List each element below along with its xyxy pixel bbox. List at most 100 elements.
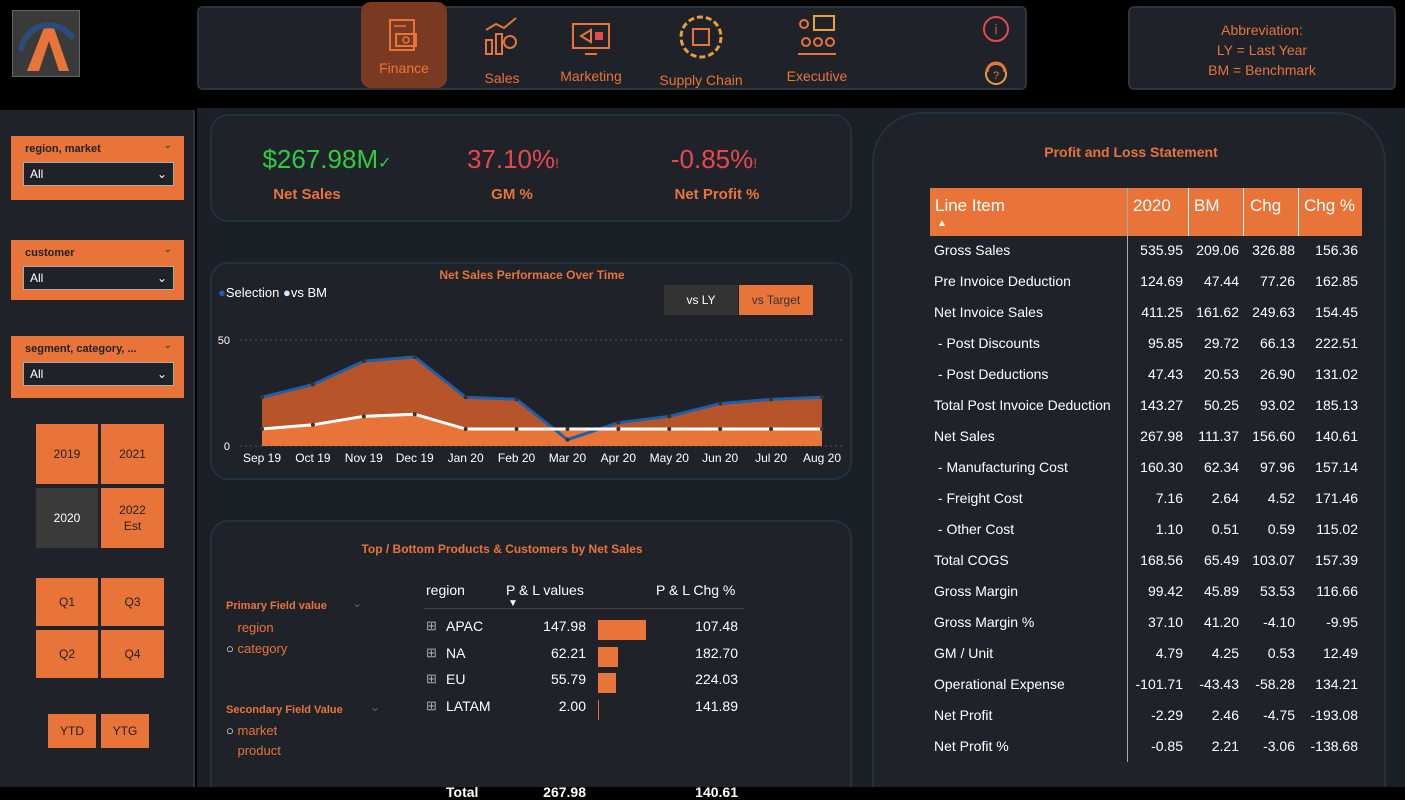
bm-point[interactable] — [412, 412, 417, 417]
pl-col-bm[interactable]: BM — [1194, 196, 1220, 216]
quarter-q1-button[interactable]: Q1 — [36, 578, 98, 626]
chevron-down-icon[interactable]: ⌄ — [164, 140, 172, 151]
nav-sales[interactable]: Sales — [467, 14, 537, 86]
bm-point[interactable] — [820, 427, 824, 432]
bm-point[interactable] — [718, 427, 723, 432]
pl-bm: 2.64 — [1211, 490, 1239, 506]
net-profit-kpi-label: Net Profit % — [674, 186, 760, 203]
table-row[interactable]: ⊞ NA 62.21 182.70 — [424, 645, 744, 669]
pl-chg: 0.53 — [1267, 645, 1295, 661]
column-pl-values[interactable]: P & L values — [506, 582, 584, 598]
nav-finance[interactable]: Finance — [361, 2, 447, 88]
bm-point[interactable] — [565, 427, 570, 432]
chevron-down-icon[interactable]: ⌄ — [164, 244, 172, 255]
primary-option-category[interactable]: ○ category — [226, 641, 287, 656]
table-row[interactable]: ⊞ APAC 147.98 107.48 — [424, 618, 744, 642]
pl-bm: 29.72 — [1203, 335, 1239, 351]
chevron-down-icon[interactable]: ⌄ — [352, 596, 362, 610]
table-row[interactable]: ⊞ EU 55.79 224.03 — [424, 671, 744, 695]
expand-icon[interactable]: ⊞ — [426, 698, 437, 714]
year-2022-est-button[interactable]: 2022 Est — [101, 488, 164, 548]
support-icon: ? — [985, 61, 1007, 85]
expand-icon[interactable]: ⊞ — [426, 671, 437, 687]
year-2021-button[interactable]: 2021 — [101, 424, 164, 484]
year-2020-button[interactable]: 2020 — [36, 488, 98, 548]
pl-2020: 124.69 — [1140, 273, 1183, 289]
selection-point[interactable] — [616, 420, 621, 425]
bm-point[interactable] — [667, 427, 672, 432]
selection-point[interactable] — [310, 382, 315, 387]
pl-chg: -58.28 — [1255, 676, 1295, 692]
selection-point[interactable] — [667, 414, 672, 419]
quarter-q4-button[interactable]: Q4 — [101, 630, 164, 678]
pl-bm: 62.34 — [1203, 459, 1239, 475]
selection-point[interactable] — [361, 359, 366, 364]
secondary-option-product[interactable]: ● product — [226, 743, 281, 758]
pl-row: Gross Sales 535.95 209.06 326.88 156.36 — [934, 242, 1364, 266]
bm-point[interactable] — [514, 427, 519, 432]
alert-icon: ! — [753, 155, 758, 171]
bm-point[interactable] — [361, 414, 366, 419]
selection-point[interactable] — [514, 397, 519, 402]
support-button[interactable]: ? — [981, 58, 1011, 93]
pl-col-chg[interactable]: Chg — [1250, 196, 1281, 216]
supply-chain-icon — [679, 15, 723, 59]
nav-executive[interactable]: Executive — [777, 14, 857, 84]
nav-marketing[interactable]: Marketing — [551, 14, 631, 84]
pl-row: - Other Cost 1.10 0.51 0.59 115.02 — [934, 521, 1364, 545]
pl-col-divider — [1188, 188, 1189, 236]
selection-point[interactable] — [820, 395, 824, 400]
row-chg: 141.89 — [695, 697, 738, 714]
ytg-button[interactable]: YTG — [101, 714, 149, 748]
radio-selected-icon: ● — [226, 620, 234, 635]
total-value: 267.98 — [543, 784, 586, 800]
expand-icon[interactable]: ⊞ — [426, 645, 437, 661]
region-dropdown[interactable]: All ⌄ — [23, 162, 174, 186]
segment-slicer: segment, category, ... ⌄ All ⌄ — [11, 336, 184, 398]
secondary-option-market[interactable]: ○ market — [226, 723, 277, 738]
quarter-q2-button[interactable]: Q2 — [36, 630, 98, 678]
check-icon: ✓ — [378, 155, 392, 172]
bm-point[interactable] — [310, 422, 315, 427]
nav-supply-chain-label: Supply Chain — [659, 72, 743, 88]
info-button[interactable]: i — [981, 14, 1011, 49]
radio-empty-icon: ○ — [226, 723, 234, 738]
secondary-option-product-label: product — [237, 743, 281, 758]
pl-2020: 4.79 — [1155, 645, 1183, 661]
year-2019-button[interactable]: 2019 — [36, 424, 98, 484]
marketing-icon — [572, 23, 610, 55]
chevron-down-icon[interactable]: ⌄ — [370, 700, 380, 714]
pl-row: Gross Margin % 37.10 41.20 -4.10 -9.95 — [934, 614, 1364, 638]
selection-point[interactable] — [412, 354, 417, 359]
pl-col-chg-pct[interactable]: Chg % — [1304, 196, 1355, 216]
pl-bm: 2.21 — [1211, 738, 1239, 754]
nav-supply-chain[interactable]: Supply Chain — [651, 12, 751, 88]
bm-point[interactable] — [769, 427, 774, 432]
pl-chg: 77.26 — [1259, 273, 1295, 289]
pl-col-2020[interactable]: 2020 — [1133, 196, 1171, 216]
bm-point[interactable] — [616, 427, 621, 432]
customer-dropdown[interactable]: All ⌄ — [23, 266, 174, 290]
selection-point[interactable] — [463, 395, 468, 400]
table-row[interactable]: ⊞ LATAM 2.00 141.89 — [424, 698, 744, 722]
pl-col-line-item[interactable]: Line Item — [935, 196, 1005, 216]
ytd-button[interactable]: YTD — [48, 714, 96, 748]
year-2019-label: 2019 — [53, 447, 81, 461]
bm-point[interactable] — [260, 427, 264, 432]
quarter-q3-button[interactable]: Q3 — [101, 578, 164, 626]
column-region[interactable]: region — [426, 582, 465, 598]
selection-point[interactable] — [769, 397, 774, 402]
chevron-down-icon[interactable]: ⌄ — [164, 340, 172, 351]
gm-value: 37.10% — [466, 144, 556, 174]
pl-row: - Post Discounts 95.85 29.72 66.13 222.5… — [934, 335, 1364, 359]
pl-line-item: Gross Sales — [934, 242, 1011, 258]
pl-row: Net Profit % -0.85 2.21 -3.06 -138.68 — [934, 738, 1364, 762]
expand-icon[interactable]: ⊞ — [426, 618, 437, 634]
selection-point[interactable] — [260, 395, 264, 400]
bm-point[interactable] — [463, 427, 468, 432]
primary-option-region[interactable]: ● region — [226, 620, 274, 635]
column-pl-chg[interactable]: P & L Chg % — [656, 582, 735, 598]
segment-dropdown[interactable]: All ⌄ — [23, 362, 174, 386]
selection-point[interactable] — [565, 437, 570, 442]
selection-point[interactable] — [718, 401, 723, 406]
